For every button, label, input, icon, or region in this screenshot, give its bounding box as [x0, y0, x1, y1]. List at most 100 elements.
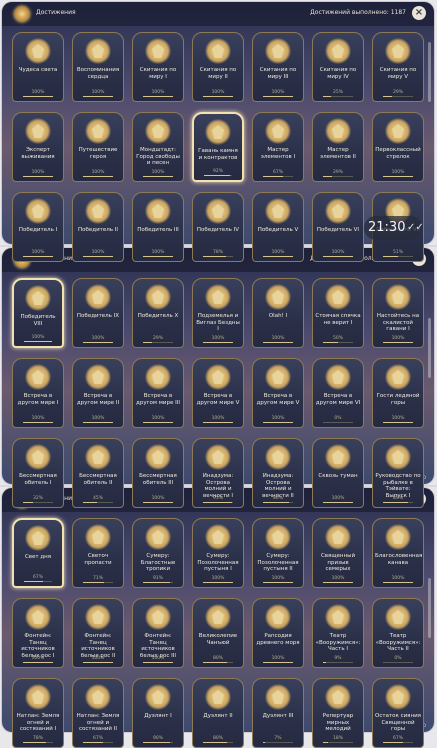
achievement-card[interactable]: Подземелья и Виглаз Бездны I 100%: [192, 278, 244, 348]
achievement-card[interactable]: Мондштадт: Город свободы и песен 100%: [132, 112, 184, 182]
achievement-card[interactable]: Победитель VIII 100%: [12, 278, 64, 348]
achievement-card[interactable]: Стоячая спячка не верит I 50%: [312, 278, 364, 348]
achievement-card[interactable]: Сумеру: Позолоченная пустыня II 100%: [252, 518, 304, 588]
achievement-name: Остаток сияния Священной горы: [375, 713, 421, 732]
achievement-card[interactable]: Встреча в другом мире V 100%: [252, 358, 304, 428]
achievement-card[interactable]: Встреча в другом мире VI 0%: [312, 358, 364, 428]
achievement-card[interactable]: Встреча в другом мире V 100%: [192, 358, 244, 428]
achievement-card[interactable]: Светоч пропасти 71%: [72, 518, 124, 588]
achievement-card[interactable]: Победитель II 100%: [72, 192, 124, 262]
achievement-progress-bar: [23, 502, 53, 503]
achievement-card[interactable]: Победитель X 29%: [132, 278, 184, 348]
achievement-progress-fill: [23, 742, 47, 743]
achievement-card[interactable]: Мастер элементов II 29%: [312, 112, 364, 182]
achievement-progress-fill: [383, 422, 413, 423]
achievement-emblem-icon: [325, 604, 351, 630]
achievement-card[interactable]: Скитания по миру II 100%: [192, 32, 244, 102]
achievement-card[interactable]: Первоклассный стрелок 100%: [372, 112, 424, 182]
achievement-card[interactable]: Настойтесь на скалистой гавани I 100%: [372, 278, 424, 348]
achievement-card[interactable]: Натлан: Земля огней и состязаний I 78%: [12, 678, 64, 748]
achievement-emblem-icon: [385, 684, 411, 710]
scrollbar[interactable]: [428, 318, 431, 378]
achievement-card[interactable]: Эксперт выживания 100%: [12, 112, 64, 182]
achievement-progress-bar: [23, 662, 53, 663]
achievement-card[interactable]: Встреча в другом мире II 100%: [72, 358, 124, 428]
achievement-progress-fill: [383, 342, 413, 343]
achievement-card[interactable]: Бессмертная обитель III 100%: [132, 438, 184, 508]
achievement-card[interactable]: Свет дня 67%: [12, 518, 64, 588]
achievement-card[interactable]: Руководство по рыбалке в Тэйвате: Выпуск…: [372, 438, 424, 508]
achievement-emblem-icon: [85, 524, 111, 550]
achievement-card[interactable]: Победитель III 100%: [132, 192, 184, 262]
achievement-name: Победитель II: [78, 227, 118, 233]
achievement-card[interactable]: Воспоминания сердца 100%: [72, 32, 124, 102]
achievement-card[interactable]: Чудеса света 100%: [12, 32, 64, 102]
achievement-card[interactable]: Сквозь туман 100%: [312, 438, 364, 508]
achievement-card[interactable]: Дуэлянт I 90%: [132, 678, 184, 748]
achievement-emblem-icon: [265, 118, 291, 144]
achievement-progress: 100%: [91, 416, 105, 421]
achievement-progress: 100%: [271, 656, 285, 661]
achievement-card[interactable]: Встреча в другом мире III 100%: [132, 358, 184, 428]
achievement-card[interactable]: Инадзума: Острова молний и вечности I 95%: [192, 438, 244, 508]
achievement-card[interactable]: Бессмертная обитель I 32%: [12, 438, 64, 508]
achievement-name: Натлан: Земля огней и состязаний II: [76, 713, 120, 732]
achievement-progress: 100%: [211, 336, 225, 341]
achievement-card[interactable]: Скитания по миру I 100%: [132, 32, 184, 102]
achievement-card[interactable]: Скитания по миру III 100%: [252, 32, 304, 102]
achievement-card[interactable]: Сумеру: Благостные тропики 91%: [132, 518, 184, 588]
achievement-card[interactable]: Рапсодия древнего моря 100%: [252, 598, 304, 668]
achievement-card[interactable]: Olah! I 100%: [252, 278, 304, 348]
achievement-progress-fill: [143, 176, 173, 177]
achievement-card[interactable]: Натлан: Земля огней и состязаний II 67%: [72, 678, 124, 748]
achievement-card[interactable]: Благословенная канава 100%: [372, 518, 424, 588]
achievement-name: Победитель X: [137, 313, 179, 319]
achievement-card[interactable]: Победитель I 100%: [12, 192, 64, 262]
achievement-card[interactable]: Скитания по миру IV 25%: [312, 32, 364, 102]
achievement-name: Победитель V: [257, 227, 299, 233]
achievement-progress: 83%: [392, 496, 403, 501]
achievement-card[interactable]: Победитель IX 100%: [72, 278, 124, 348]
achievement-progress-bar: [23, 742, 53, 743]
achievement-name: Бессмертная обитель II: [79, 473, 117, 486]
achievement-card[interactable]: Путешествие героя 100%: [72, 112, 124, 182]
achievement-card[interactable]: Гавань камня и контрактов 92%: [192, 112, 244, 182]
achievement-card[interactable]: Священный призыв семерых 100%: [312, 518, 364, 588]
achievement-name: Чудеса света: [18, 67, 58, 73]
achievement-card[interactable]: Победитель VI 100%: [312, 192, 364, 262]
achievement-card[interactable]: Репертуар мирных мелодий 18%: [312, 678, 364, 748]
achievement-card[interactable]: Встреча в другом мире I 100%: [12, 358, 64, 428]
achievement-card[interactable]: Театр «Вооружимся»: Часть I 9%: [312, 598, 364, 668]
achievement-progress-bar: [203, 662, 233, 663]
achievement-card[interactable]: Фонтейн: Танец источников белых рос II 10…: [72, 598, 124, 668]
achievement-card[interactable]: Театр «Вооружимся»: Часть II 0%: [372, 598, 424, 668]
achievement-card[interactable]: Инадзума: Острова молний и вечности II 86…: [252, 438, 304, 508]
scrollbar[interactable]: [428, 578, 431, 638]
achievement-progress-fill: [323, 256, 353, 257]
achievement-card[interactable]: Дуэлянт III 7%: [252, 678, 304, 748]
achievement-card[interactable]: Дуэлянт II 80%: [192, 678, 244, 748]
achievement-name: Подземелья и Виглаз Бездны I: [196, 313, 240, 332]
achievement-card[interactable]: Мастер элементов I 67%: [252, 112, 304, 182]
top-bar: Достижения Достижений выполнено: 1187 ×: [2, 2, 434, 26]
scrollbar[interactable]: [428, 42, 431, 102]
achievement-progress: 100%: [91, 250, 105, 255]
achievement-progress-fill: [23, 176, 53, 177]
achievement-card[interactable]: Сумеру: Позолоченная пустыня I 100%: [192, 518, 244, 588]
achievement-card[interactable]: Фонтейн: Танец источников белых рос III 1…: [132, 598, 184, 668]
achievement-card[interactable]: Победитель IV 78%: [192, 192, 244, 262]
achievement-card[interactable]: Гости ледяной горы 100%: [372, 358, 424, 428]
achievement-emblem-icon: [265, 38, 291, 64]
achievement-card[interactable]: Великолепие Чанъюй 80%: [192, 598, 244, 668]
achievement-card[interactable]: Остаток сияния Священной горы 67%: [372, 678, 424, 748]
achievement-card[interactable]: Скитания по миру V 29%: [372, 32, 424, 102]
close-button[interactable]: ×: [412, 6, 426, 20]
achievement-card[interactable]: Бессмертная обитель II 45%: [72, 438, 124, 508]
achievement-progress-fill: [23, 662, 53, 663]
achievement-progress-fill: [323, 662, 326, 663]
achievement-card[interactable]: Фонтейн: Танец источников белых рос I 100…: [12, 598, 64, 668]
achievement-name: Победитель I: [18, 227, 58, 233]
achievement-card[interactable]: Победитель V 100%: [252, 192, 304, 262]
achievement-emblem-icon: [325, 684, 351, 710]
page-title: Достижения: [36, 9, 76, 16]
